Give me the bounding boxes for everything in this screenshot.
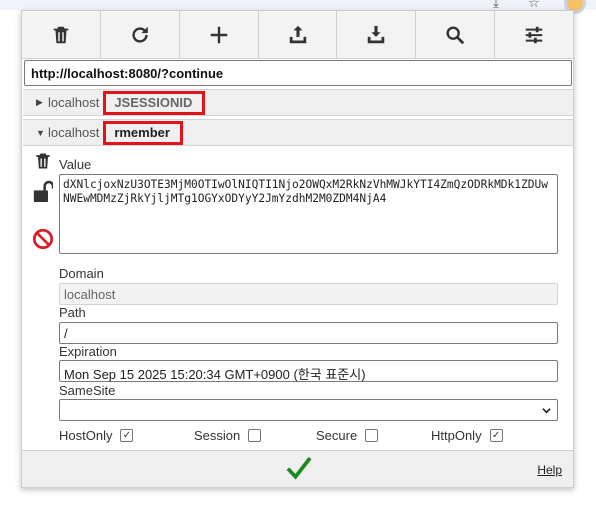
value-textarea[interactable]: dXNlcjoxNzU3OTE3MjM0OTIwOlNIQTI1Njo2OWQx… <box>59 174 558 254</box>
secure-checkbox[interactable] <box>365 429 379 442</box>
cookie-editor-popup: http://localhost:8080/?continue ▶ localh… <box>21 10 574 488</box>
value-label: Value <box>59 157 92 172</box>
domain-label: Domain <box>59 266 104 281</box>
samesite-select[interactable] <box>59 399 558 421</box>
secure-label: Secure <box>316 428 358 443</box>
path-field[interactable]: / <box>59 322 558 344</box>
cookie-item-jsessionid[interactable]: ▶ localhost JSESSIONID <box>23 89 573 116</box>
cookie-name: rmember <box>103 120 183 145</box>
hostonly-flag: HostOnly ✓ <box>59 428 194 443</box>
expiration-field[interactable]: Mon Sep 15 2025 15:20:34 GMT+0900 (한국 표준… <box>59 360 558 382</box>
refresh-icon <box>132 26 148 43</box>
add-cookie-button[interactable] <box>180 11 259 58</box>
import-button[interactable] <box>259 11 338 58</box>
help-link[interactable]: Help <box>537 463 562 477</box>
expand-arrow-icon: ▶ <box>36 97 43 107</box>
refresh-button[interactable] <box>101 11 180 58</box>
domain-field: localhost <box>59 283 558 305</box>
samesite-label: SameSite <box>59 383 116 398</box>
expiration-label: Expiration <box>59 344 117 359</box>
session-checkbox[interactable] <box>248 429 262 442</box>
search-button[interactable] <box>416 11 496 58</box>
httponly-checkbox[interactable]: ✓ <box>489 429 503 442</box>
cookie-flags: HostOnly ✓ Session Secure HttpOnly ✓ <box>59 428 559 443</box>
block-icon[interactable] <box>32 228 54 250</box>
plus-icon <box>210 26 227 43</box>
upload-icon <box>289 25 306 43</box>
hostonly-label: HostOnly <box>59 428 113 443</box>
sliders-icon <box>525 26 543 43</box>
path-label: Path <box>59 305 86 320</box>
cookie-editor-form: Value dXNlcjoxNzU3OTE3MjM0OTIwOlNIQTI1Nj… <box>23 148 573 448</box>
browser-toolbar-strip: ⤓ ☆ <box>0 0 596 14</box>
cookie-name: JSESSIONID <box>103 90 206 115</box>
footer: Help <box>22 450 573 487</box>
toolbar <box>22 11 573 59</box>
collapse-arrow-icon: ▼ <box>36 127 45 138</box>
secure-flag: Secure <box>316 428 431 443</box>
cookie-domain: localhost <box>48 125 100 140</box>
delete-cookie-icon[interactable] <box>33 150 53 172</box>
save-check-icon[interactable] <box>285 454 313 482</box>
session-label: Session <box>194 428 241 443</box>
unlock-icon[interactable] <box>33 180 53 204</box>
hostonly-checkbox[interactable]: ✓ <box>120 429 134 442</box>
session-flag: Session <box>194 428 316 443</box>
trash-icon <box>53 26 69 43</box>
cookie-domain: localhost <box>48 95 100 110</box>
current-url: http://localhost:8080/?continue <box>24 60 572 86</box>
options-button[interactable] <box>495 11 573 58</box>
chevron-down-icon <box>542 408 551 414</box>
export-button[interactable] <box>337 11 417 58</box>
httponly-label: HttpOnly <box>431 428 482 443</box>
download-icon <box>368 25 385 43</box>
search-icon <box>446 25 465 44</box>
delete-all-button[interactable] <box>22 11 101 58</box>
cookie-item-rmember[interactable]: ▼ localhost rmember <box>23 119 573 146</box>
httponly-flag: HttpOnly ✓ <box>431 428 503 443</box>
